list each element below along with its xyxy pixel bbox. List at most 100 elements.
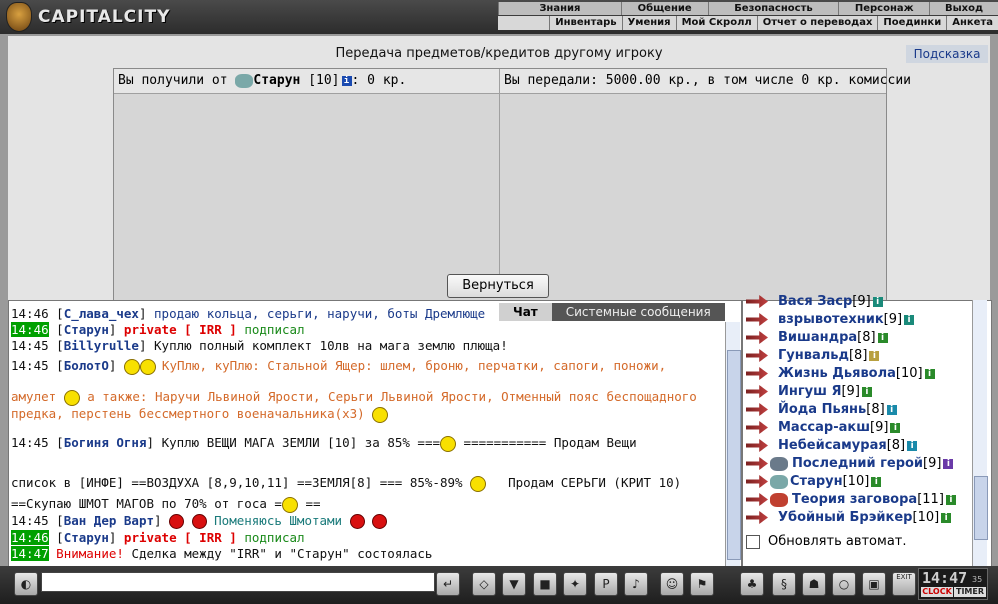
menu-communication[interactable]: Общение [620,2,708,15]
filter-icon[interactable]: ▼ [502,572,526,596]
player-item[interactable]: Небейсамурая[8] i [746,438,918,453]
private-tag[interactable]: private [ IRR ] [124,322,237,337]
sound-icon[interactable]: ♪ [624,572,648,596]
player-item[interactable]: Массар-акш[9] i [746,420,901,435]
private-arrow-icon[interactable] [746,331,768,344]
private-arrow-icon[interactable] [746,439,768,452]
info-icon[interactable]: i [904,314,915,325]
eraser-icon[interactable]: ◇ [472,572,496,596]
chat-scrollbar[interactable] [725,322,741,566]
chat-author[interactable]: Богиня Огня [64,435,147,450]
private-arrow-icon[interactable] [746,421,768,434]
player-name[interactable]: Теория заговора [792,492,917,507]
player-name[interactable]: Жизнь Дьявола [778,366,896,381]
private-arrow-icon[interactable] [746,367,768,380]
player-item[interactable]: Вася Заср[9] i [746,294,883,309]
chat-author[interactable]: С_лава_чех [64,306,139,321]
clock-tab[interactable]: CLOCK [921,587,953,597]
lock-icon[interactable]: ▣ [862,572,886,596]
menu-exit[interactable]: Выход [929,2,998,15]
info-icon[interactable]: i [871,476,882,487]
clan-icon[interactable]: ⚑ [690,572,714,596]
player-scroll-thumb[interactable] [974,476,988,540]
info-icon[interactable]: i [941,512,952,523]
chat-scroll-thumb[interactable] [727,350,741,560]
chat-input[interactable] [41,572,435,592]
private-arrow-icon[interactable] [746,511,768,524]
info-icon[interactable]: i [943,458,954,469]
submenu-transfer-report[interactable]: Отчет о переводах [756,16,878,30]
send-icon[interactable]: ↵ [436,572,460,596]
received-player-name[interactable]: Старун [253,73,300,88]
hint-button[interactable]: Подсказка [906,45,988,63]
submenu-skills[interactable]: Умения [621,16,676,30]
player-item[interactable]: взрывотехник[9] i [746,312,915,327]
auto-refresh-option[interactable]: Обновлять автомат. [746,534,907,549]
translit-icon[interactable]: Р [594,572,618,596]
menu-security[interactable]: Безопасность [707,2,839,15]
player-name[interactable]: Йода Пьянь [778,402,866,417]
chat-author[interactable]: Старун [64,322,109,337]
chat-author[interactable]: Billyrulle [64,338,139,353]
timer-tab[interactable]: TIMER [954,587,986,597]
info-icon[interactable]: i [945,494,956,505]
info-icon[interactable]: i [872,296,883,307]
submenu-inventory[interactable]: Инвентарь [549,16,621,30]
info-icon[interactable]: i [869,350,880,361]
private-arrow-icon[interactable] [746,349,768,362]
save-icon[interactable]: ■ [533,572,557,596]
group-icon[interactable]: ☗ [802,572,826,596]
player-name[interactable]: Последний герой [792,456,923,471]
info-icon[interactable]: i [907,440,918,451]
player-item[interactable]: Теория заговора[11] i [746,492,956,507]
player-name[interactable]: Вася Заср [778,294,852,309]
player-name[interactable]: Ингуш Я [778,384,841,399]
private-arrow-icon[interactable] [746,313,768,326]
chat-author[interactable]: Старун [64,530,109,545]
player-name[interactable]: Убойный Брэйкер [778,510,913,525]
menu-knowledge[interactable]: Знания [498,2,621,15]
private-arrow-icon[interactable] [746,493,768,506]
submenu-scroll[interactable]: Мой Скролл [675,16,757,30]
ring-icon[interactable]: ○ [832,572,856,596]
chat-author[interactable]: БолотО [64,358,109,373]
back-button[interactable]: Вернуться [447,274,549,298]
player-item[interactable]: Йода Пьянь[8] i [746,402,897,417]
private-arrow-icon[interactable] [746,295,768,308]
info-icon[interactable]: i [886,404,897,415]
chat-author[interactable]: Ван Дер Варт [64,513,154,528]
private-arrow-icon[interactable] [746,457,768,470]
submenu-duels[interactable]: Поединки [877,16,946,30]
info-icon[interactable]: i [924,368,935,379]
player-name[interactable]: взрывотехник [778,312,884,327]
private-arrow-icon[interactable] [746,403,768,416]
scroll-icon[interactable]: § [772,572,796,596]
submenu-profile[interactable]: Анкета [946,16,998,30]
menu-character[interactable]: Персонаж [838,2,929,15]
smiley-icon[interactable]: ☺ [660,572,684,596]
player-item[interactable]: Ингуш Я[9] i [746,384,872,399]
player-name[interactable]: Вишандра [778,330,857,345]
auto-refresh-checkbox[interactable] [746,534,760,549]
player-item[interactable]: Гунвальд[8] i [746,348,880,363]
character-icon[interactable]: ✦ [563,572,587,596]
private-arrow-icon[interactable] [746,475,768,488]
info-icon[interactable]: i [341,75,352,86]
private-tag[interactable]: private [ IRR ] [124,530,237,545]
player-name[interactable]: Массар-акш [778,420,870,435]
bag-icon[interactable]: ♣ [740,572,764,596]
player-name[interactable]: Старун [790,474,843,489]
player-name[interactable]: Небейсамурая [778,438,887,453]
info-icon[interactable]: i [890,422,901,433]
logo[interactable]: CAPITALCITY [6,2,170,32]
info-icon[interactable]: i [861,386,872,397]
exit-icon[interactable]: EXIT [892,572,916,596]
player-item[interactable]: Вишандра[8] i [746,330,888,345]
speaker-icon[interactable]: ◐ [14,572,38,596]
player-name[interactable]: Гунвальд [778,348,849,363]
player-item[interactable]: Убойный Брэйкер[10] i [746,510,952,525]
player-item[interactable]: Старун[10] i [746,474,882,489]
player-scrollbar[interactable] [972,300,988,566]
info-icon[interactable]: i [877,332,888,343]
tab-system-messages[interactable]: Системные сообщения [551,303,725,321]
